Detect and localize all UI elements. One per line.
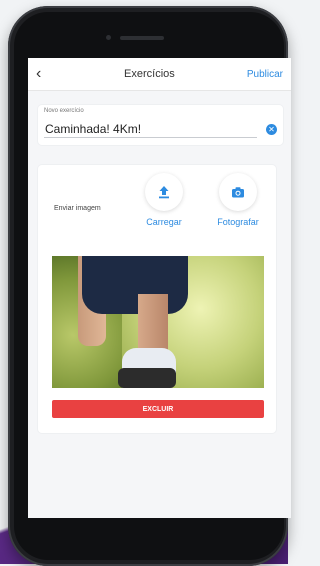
app-bar: ‹ Exercícios Publicar — [28, 58, 291, 91]
exercise-input-label: Novo exercício — [44, 108, 84, 114]
media-card: Enviar imagem Carregar Fotografar EXCLUI… — [38, 165, 276, 433]
app-screen: ‹ Exercícios Publicar Novo exercício Cam… — [28, 58, 291, 518]
photo-shoe-sole — [118, 368, 176, 388]
front-camera — [106, 35, 111, 40]
delete-button[interactable]: EXCLUIR — [52, 400, 264, 418]
page-title: Exercícios — [124, 68, 175, 80]
publish-button[interactable]: Publicar — [247, 69, 283, 80]
speaker-grille — [120, 36, 164, 40]
photo-pants — [82, 256, 188, 314]
close-icon[interactable]: ✕ — [266, 124, 277, 135]
upload-button[interactable]: Carregar — [134, 173, 194, 227]
camera-label: Fotografar — [217, 217, 259, 227]
camera-icon — [219, 173, 257, 211]
upload-label: Carregar — [146, 217, 182, 227]
send-image-label: Enviar imagem — [54, 205, 101, 212]
content-area: Novo exercício Caminhada! 4Km! ✕ Enviar … — [28, 91, 291, 518]
camera-button[interactable]: Fotografar — [208, 173, 268, 227]
exercise-input[interactable]: Caminhada! 4Km! — [45, 122, 141, 136]
exercise-input-card: Novo exercício Caminhada! 4Km! ✕ — [38, 105, 283, 145]
upload-icon — [145, 173, 183, 211]
phone-frame: ‹ Exercícios Publicar Novo exercício Cam… — [8, 6, 291, 566]
chevron-left-icon[interactable]: ‹ — [36, 66, 52, 82]
input-underline — [44, 137, 257, 138]
exercise-photo — [52, 256, 264, 388]
